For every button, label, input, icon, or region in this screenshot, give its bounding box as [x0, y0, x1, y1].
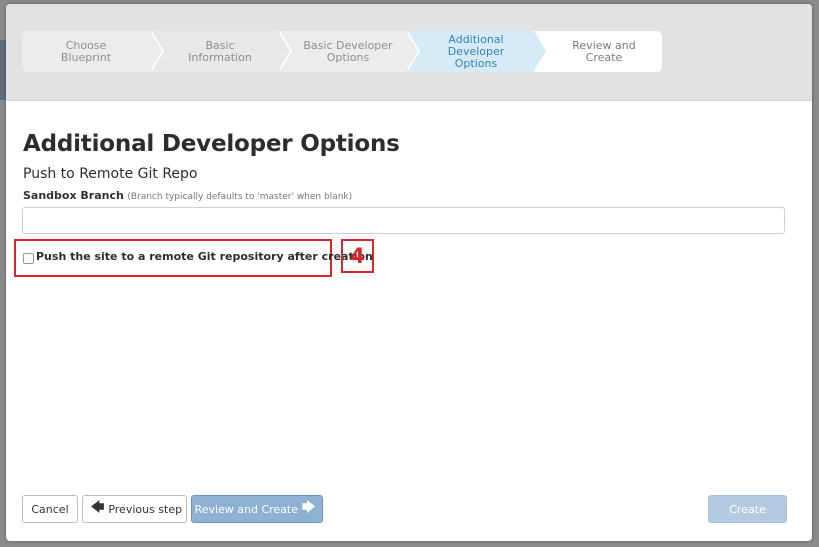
previous-step-label: Previous step: [108, 502, 183, 516]
section-title: Push to Remote Git Repo: [23, 166, 198, 182]
step-label: Choose Blueprint: [60, 38, 112, 64]
step-label: Additional Developer Options: [447, 32, 505, 70]
annotation-number-badge: 4: [341, 239, 374, 273]
step-choose-blueprint[interactable]: Choose Blueprint: [22, 31, 164, 72]
create-button-label: Create: [729, 502, 766, 516]
wizard-dialog: Choose Blueprint Basic Information Basic…: [6, 4, 812, 541]
step-basic-developer-options[interactable]: Basic Developer Options: [278, 31, 420, 72]
step-label: Review and Create: [572, 38, 636, 64]
create-button[interactable]: Create: [708, 495, 787, 523]
step-label: Basic Information: [188, 38, 252, 64]
sandbox-branch-label: Sandbox Branch (Branch typically default…: [23, 189, 352, 202]
review-and-create-label: Review and Create: [194, 502, 299, 516]
page-title: Additional Developer Options: [23, 131, 400, 157]
step-label: Basic Developer Options: [303, 38, 393, 64]
wizard-header: Choose Blueprint Basic Information Basic…: [6, 4, 812, 101]
sandbox-branch-hint: (Branch typically defaults to 'master' w…: [127, 192, 353, 202]
step-basic-information[interactable]: Basic Information: [150, 31, 292, 72]
push-remote-git-checkbox[interactable]: [23, 253, 34, 264]
push-remote-git-label[interactable]: Push the site to a remote Git repository…: [36, 250, 373, 263]
arrow-right-icon: 🡆: [302, 500, 316, 515]
wizard-stepper: Choose Blueprint Basic Information Basic…: [22, 31, 662, 72]
cancel-button[interactable]: Cancel: [22, 495, 78, 523]
arrow-left-icon: 🡄: [90, 500, 105, 515]
step-additional-developer-options[interactable]: Additional Developer Options: [406, 31, 548, 72]
sandbox-branch-label-text: Sandbox Branch: [23, 189, 124, 202]
step-review-and-create[interactable]: Review and Create: [534, 31, 662, 72]
sandbox-branch-input[interactable]: [22, 207, 785, 234]
previous-step-button[interactable]: 🡄 Previous step: [82, 495, 187, 523]
cancel-button-label: Cancel: [31, 502, 69, 516]
review-and-create-button[interactable]: Review and Create 🡆: [191, 495, 323, 523]
